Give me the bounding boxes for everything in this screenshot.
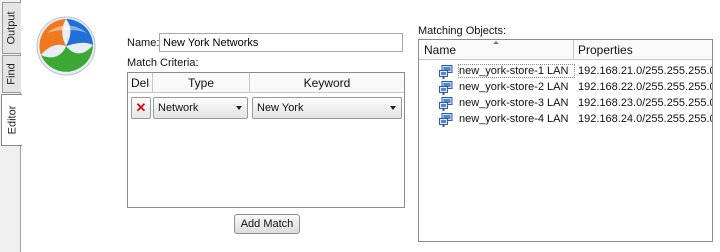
type-select-value: Network [158, 102, 199, 114]
object-name: new_york-store-2 LAN [459, 81, 569, 93]
column-header-type[interactable]: Type [153, 73, 250, 93]
type-select[interactable]: Network [153, 97, 248, 119]
list-item[interactable]: new_york-store-3 LAN 192.168.23.0/255.25… [419, 96, 712, 112]
list-item[interactable]: new_york-store-2 LAN 192.168.22.0/255.25… [419, 80, 712, 96]
list-item[interactable]: new_york-store-1 LAN 192.168.21.0/255.25… [419, 64, 712, 80]
vertical-tab-strip: Output Find Editor [0, 0, 22, 252]
delete-criteria-button[interactable]: ✕ [131, 97, 151, 119]
results-header: Name Properties [419, 40, 712, 60]
column-header-keyword[interactable]: Keyword [250, 73, 404, 93]
object-properties: 192.168.24.0/255.255.255.0 [578, 113, 713, 125]
match-criteria-label: Match Criteria: [127, 57, 199, 69]
tab-output[interactable]: Output [2, 2, 21, 54]
tab-editor[interactable]: Editor [1, 94, 22, 146]
app-logo-icon [36, 16, 96, 76]
network-icon [439, 65, 453, 79]
keyword-select[interactable]: New York [252, 97, 402, 119]
close-icon: ✕ [135, 100, 147, 115]
matching-objects-list[interactable]: Name Properties new_york-store-1 LAN 192… [418, 39, 713, 242]
name-input[interactable] [159, 33, 403, 52]
object-name: new_york-store-3 LAN [459, 97, 569, 109]
tab-find[interactable]: Find [2, 55, 21, 93]
name-label: Name: [127, 37, 160, 49]
column-header-del[interactable]: Del [128, 73, 153, 93]
network-icon [439, 113, 453, 127]
network-icon [439, 97, 453, 111]
object-properties: 192.168.21.0/255.255.255.0 [578, 65, 713, 77]
chevron-down-icon [390, 106, 396, 110]
object-properties: 192.168.22.0/255.255.255.0 [578, 81, 713, 93]
chevron-down-icon [236, 106, 242, 110]
add-match-button[interactable]: Add Match [234, 214, 300, 234]
match-criteria-table: Del Type Keyword ✕ Network New York [127, 72, 405, 208]
object-name: new_york-store-4 LAN [459, 113, 569, 125]
column-header-properties[interactable]: Properties [574, 40, 712, 60]
object-properties: 192.168.23.0/255.255.255.0 [578, 97, 713, 109]
sort-ascending-icon [493, 41, 499, 44]
keyword-select-value: New York [257, 102, 304, 114]
criteria-header: Del Type Keyword [128, 73, 404, 93]
object-name: new_york-store-1 LAN [457, 64, 576, 78]
matching-objects-label: Matching Objects: [418, 25, 507, 37]
list-item[interactable]: new_york-store-4 LAN 192.168.24.0/255.25… [419, 112, 712, 128]
network-icon [439, 81, 453, 95]
